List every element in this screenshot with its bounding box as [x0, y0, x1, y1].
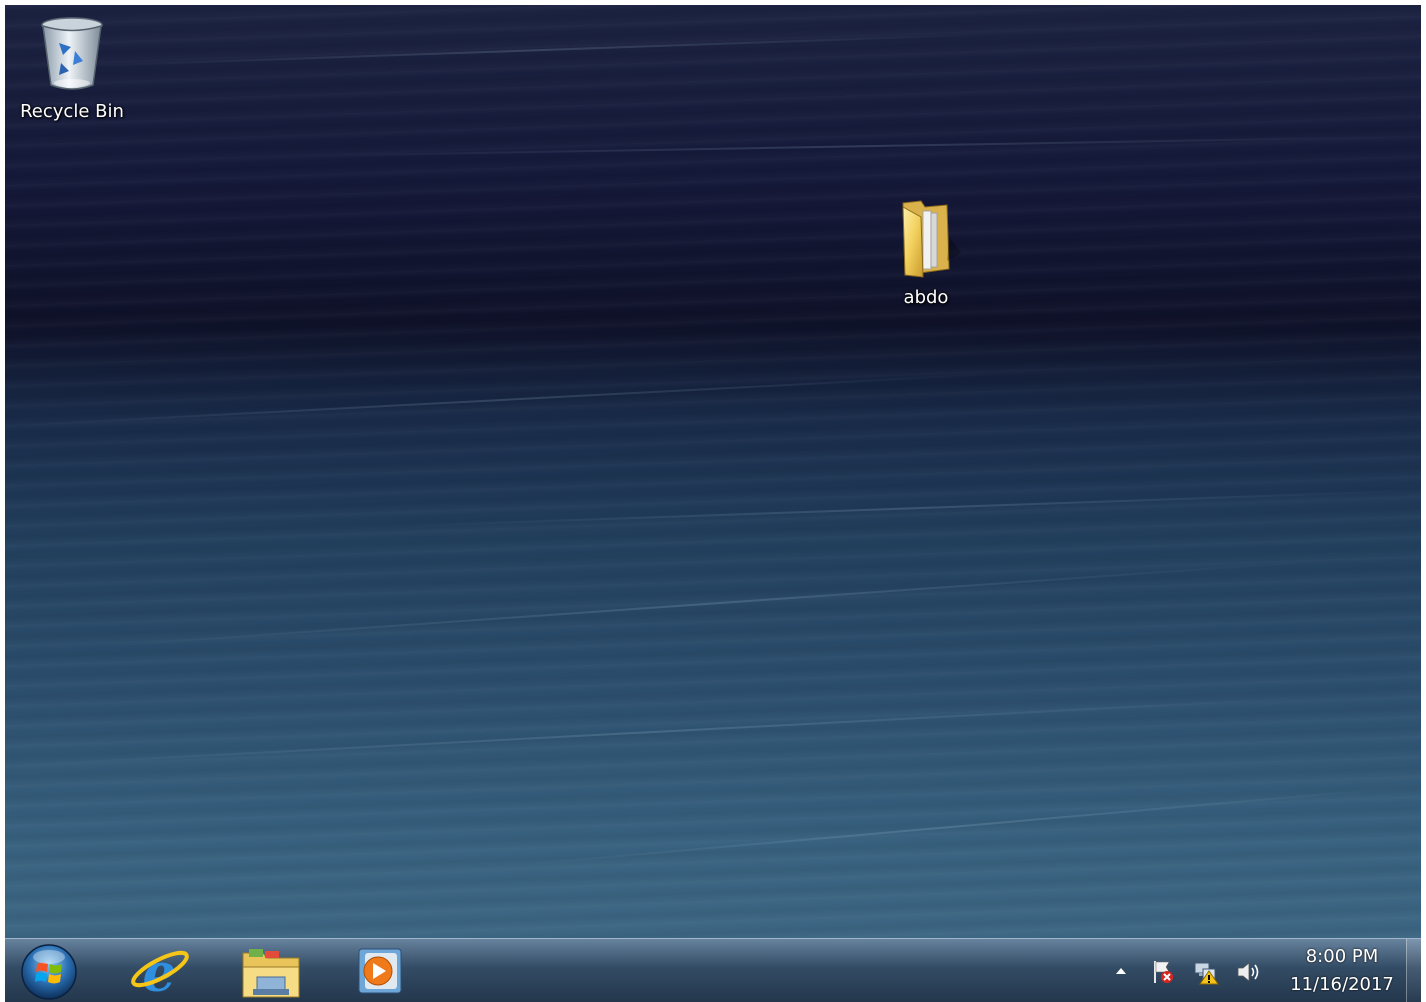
- internet-explorer-icon: e: [131, 943, 189, 1002]
- show-desktop-button[interactable]: [1406, 939, 1421, 1002]
- windows-explorer-icon: [242, 949, 300, 998]
- wallpaper-streak: [504, 786, 1402, 867]
- media-player-icon: [358, 948, 402, 994]
- volume-icon[interactable]: [1235, 959, 1261, 985]
- taskbar-internet-explorer-button[interactable]: e: [123, 943, 195, 1002]
- action-center-flag-icon[interactable]: [1149, 959, 1175, 985]
- notification-area: [1105, 939, 1275, 1002]
- taskbar-media-player-button[interactable]: [345, 943, 417, 999]
- speaker-icon: [1237, 962, 1259, 982]
- network-warning-icon[interactable]: [1193, 959, 1219, 985]
- folder-icon: [902, 200, 961, 278]
- wallpaper-streak: [304, 135, 1405, 157]
- network-icon: [1194, 962, 1219, 985]
- taskbar-windows-explorer-button[interactable]: [235, 943, 307, 999]
- wallpaper-streak: [84, 33, 985, 67]
- recycle-bin-icon: [41, 17, 103, 90]
- wallpaper-streak: [404, 490, 1405, 527]
- desktop-icon-recycle-bin[interactable]: Recycle Bin: [12, 13, 132, 122]
- desktop-icon-folder-abdo[interactable]: abdo: [866, 197, 986, 308]
- wallpaper-streak: [104, 561, 1303, 647]
- desktop-background[interactable]: Recycle Bin abdo: [5, 5, 1421, 938]
- chevron-up-icon: [1116, 968, 1126, 974]
- flag-icon: [1154, 961, 1173, 983]
- wallpaper-streak: [5, 696, 1304, 767]
- clock-date: 11/16/2017: [1290, 974, 1394, 995]
- desktop-icon-label: abdo: [903, 287, 949, 308]
- taskbar-clock[interactable]: 8:00 PM 11/16/2017: [1277, 943, 1407, 999]
- desktop-icon-label: Recycle Bin: [20, 101, 124, 122]
- taskbar: e 8:00 PM 11/16/2017: [5, 938, 1421, 1002]
- clock-time: 8:00 PM: [1305, 946, 1379, 967]
- start-button[interactable]: [15, 942, 83, 1000]
- screen: Recycle Bin abdo e 8:00 PM 11/16/2017: [5, 5, 1421, 1002]
- wallpaper-streak: [5, 372, 1004, 427]
- windows-start-orb-icon: [21, 944, 77, 1000]
- show-hidden-icons-arrow[interactable]: [1113, 963, 1129, 979]
